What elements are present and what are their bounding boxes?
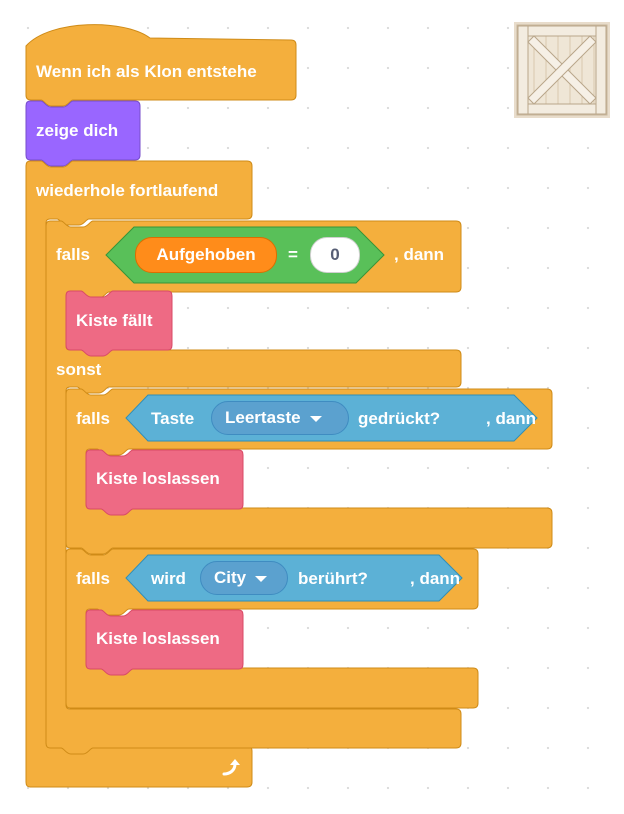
- if1-falls-label: falls: [56, 245, 91, 264]
- when-i-start-as-clone-hat-block[interactable]: Wenn ich als Klon entstehe: [25, 16, 297, 107]
- sprite-dropdown[interactable]: City: [200, 561, 288, 595]
- forever-loop-label: wiederhole fortlaufend: [36, 181, 219, 200]
- crate-graphic: [514, 22, 610, 118]
- key-pressed-prefix: Taste: [151, 409, 195, 428]
- kiste-loslassen-label-1: Kiste loslassen: [96, 469, 220, 488]
- kiste-faellt-label: Kiste fällt: [76, 311, 153, 330]
- sprite-dropdown-value: City: [214, 568, 247, 587]
- if3-falls-label: falls: [76, 569, 111, 588]
- variable-reporter-aufgehoben[interactable]: Aufgehoben: [135, 237, 277, 273]
- else-label: sonst: [56, 360, 102, 379]
- dropdown-caret-icon: [255, 576, 268, 582]
- equals-operator-block[interactable]: Aufgehoben = 0: [105, 226, 385, 284]
- show-block[interactable]: zeige dich: [25, 100, 141, 167]
- key-dropdown-value: Leertaste: [225, 408, 301, 427]
- if2-dann-label: , dann: [486, 409, 537, 428]
- kiste-faellt-call-block[interactable]: Kiste fällt: [65, 290, 173, 357]
- key-dropdown[interactable]: Leertaste: [211, 401, 349, 435]
- hat-block-label: Wenn ich als Klon entstehe: [36, 62, 257, 81]
- kiste-loslassen-call-block-1[interactable]: Kiste loslassen: [85, 449, 245, 516]
- value-input[interactable]: 0: [310, 237, 360, 273]
- code-script: Wenn ich als Klon entstehe zeige dich wi…: [0, 0, 624, 814]
- key-pressed-suffix: gedrückt?: [358, 409, 441, 428]
- show-block-label: zeige dich: [36, 121, 119, 140]
- key-pressed-sensing-block[interactable]: Taste Leertaste gedrückt?: [125, 394, 539, 442]
- variable-name: Aufgehoben: [156, 245, 256, 264]
- equals-sign: =: [288, 245, 298, 264]
- if3-dann-label: , dann: [410, 569, 461, 588]
- wooden-crate-icon[interactable]: [514, 22, 610, 118]
- touching-suffix: berührt?: [298, 569, 368, 588]
- touching-prefix: wird: [151, 569, 186, 588]
- loop-arrow-icon: [222, 759, 240, 776]
- if1-dann-label: , dann: [394, 245, 445, 264]
- hat-block-shape: [25, 24, 297, 107]
- kiste-loslassen-call-block-2[interactable]: Kiste loslassen: [85, 609, 245, 676]
- kiste-loslassen-label-2: Kiste loslassen: [96, 629, 220, 648]
- dropdown-caret-icon: [309, 416, 322, 422]
- value-text: 0: [330, 245, 340, 264]
- if2-falls-label: falls: [76, 409, 111, 428]
